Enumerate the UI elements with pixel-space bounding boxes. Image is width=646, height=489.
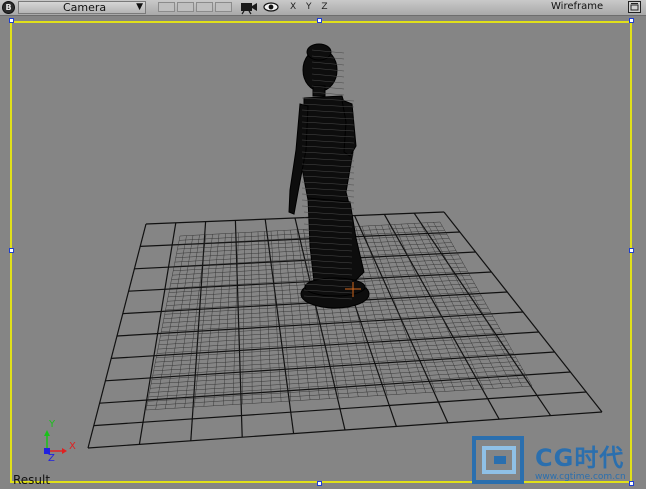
gizmo-x-label: X [69, 441, 76, 452]
frame-handle[interactable] [629, 481, 634, 486]
watermark-brand: CG时代 [535, 444, 625, 472]
gizmo-z-label: Z [48, 453, 55, 464]
camera-safe-frame [10, 21, 632, 483]
frame-handle[interactable] [9, 248, 14, 253]
viewport-result-label: Result [13, 473, 51, 487]
watermark-url: www.cgtime.com.cn [535, 472, 626, 482]
frame-handle[interactable] [629, 18, 634, 23]
frame-handle[interactable] [317, 481, 322, 486]
frame-handle[interactable] [317, 18, 322, 23]
frame-handle[interactable] [9, 18, 14, 23]
frame-handle[interactable] [629, 248, 634, 253]
gizmo-y-label: Y [49, 419, 56, 430]
cgtime-logo-icon [472, 436, 524, 484]
